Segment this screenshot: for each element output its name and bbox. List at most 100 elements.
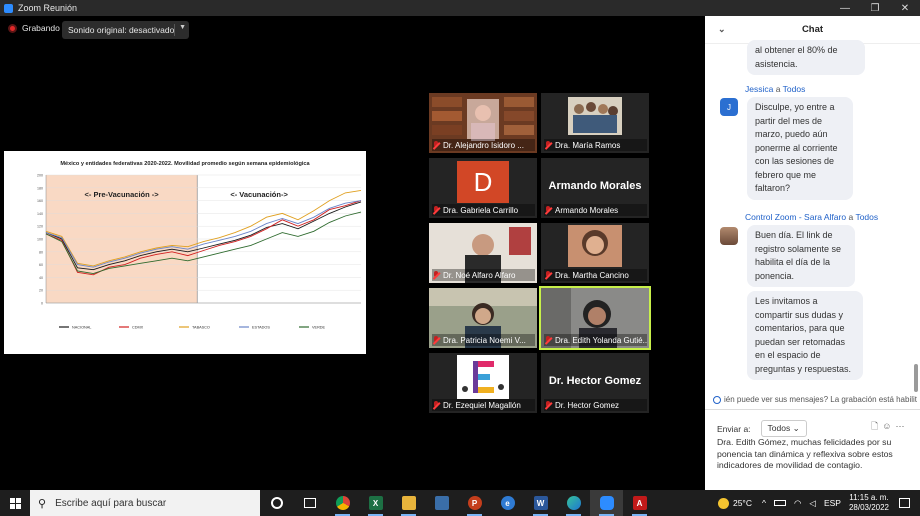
close-button[interactable]: ✕ — [890, 0, 920, 16]
participant-name: Dra. Gabriela Carrillo — [432, 204, 535, 216]
minimize-button[interactable]: — — [830, 0, 860, 16]
participant-name: Dr. Ezequiel Magallón — [432, 399, 535, 411]
taskbar-search[interactable]: ⚲ Escribe aquí para buscar — [30, 490, 260, 516]
participant-name: Dra. Patricia Noemi V... — [432, 334, 535, 346]
participant-tile[interactable]: Dra. Patricia Noemi V... — [429, 288, 537, 348]
window-title-bar: Zoom Reunión — ❐ ✕ — [0, 0, 920, 16]
y-tick-label: 60 — [39, 263, 43, 267]
search-icon: ⚲ — [38, 497, 47, 510]
participant-tile[interactable]: Dr. Hector Gomez Dr. Hector Gomez — [541, 353, 649, 413]
participant-name: Dra. Edith Yolanda Gutié... — [544, 334, 647, 346]
chat-message: Disculpe, yo entre a partir del mes de m… — [747, 97, 853, 200]
word-icon[interactable]: W — [524, 490, 557, 516]
edge-icon[interactable] — [557, 490, 590, 516]
muted-mic-icon — [544, 270, 552, 280]
legend-label: CDMX — [132, 326, 144, 330]
recording-label: Grabando — [22, 23, 60, 33]
chat-message: al obtener el 80% de asistencia. — [747, 40, 865, 75]
legend-label: ESTADOS — [252, 326, 270, 330]
participant-tile[interactable]: Dr. Noé Alfaro Alfaro — [429, 223, 537, 283]
clock-time: 11:15 a. m. — [849, 493, 889, 502]
excel-icon[interactable]: X — [359, 490, 392, 516]
edge-legacy-icon[interactable]: e — [491, 490, 524, 516]
participant-tile[interactable]: D Dra. Gabriela Carrillo — [429, 158, 537, 218]
muted-mic-icon — [544, 205, 552, 215]
acrobat-icon[interactable]: A — [623, 490, 656, 516]
chat-panel: ⌄ Chat al obtener el 80% de asistencia. … — [705, 16, 920, 490]
participant-tile[interactable]: Dra. Martha Cancino — [541, 223, 649, 283]
volume-icon[interactable]: ◁ — [809, 498, 816, 509]
original-sound-button[interactable]: Sonido original: desactivado ▼ — [62, 21, 189, 39]
notification-icon[interactable] — [899, 498, 910, 508]
y-tick-label: 200 — [37, 174, 43, 178]
active-speaker-tile[interactable]: Dra. Edith Yolanda Gutié... — [539, 286, 651, 350]
user-avatar — [720, 227, 738, 245]
y-tick-label: 140 — [37, 212, 43, 216]
user-avatar: J — [720, 98, 738, 116]
powerpoint-icon[interactable]: P — [458, 490, 491, 516]
recording-notice[interactable]: ién puede ver sus mensajes? La grabación… — [713, 395, 917, 404]
task-view-icon[interactable] — [293, 490, 326, 516]
chat-title: Chat — [801, 24, 824, 35]
muted-mic-icon — [432, 270, 440, 280]
recording-indicator[interactable]: Grabando — [8, 23, 60, 33]
chevron-down-icon[interactable]: ⌄ — [718, 24, 726, 35]
y-tick-label: 120 — [37, 225, 43, 229]
muted-mic-icon — [432, 140, 440, 150]
battery-icon[interactable] — [773, 500, 786, 506]
start-button[interactable] — [0, 490, 30, 516]
wifi-icon[interactable]: ◠ — [794, 498, 801, 509]
region-label: <- Vacunación-> — [230, 190, 288, 199]
initial-avatar: D — [457, 161, 509, 203]
y-tick-label: 100 — [37, 238, 43, 242]
to-word: a — [848, 212, 854, 222]
region-label: <- Pre-Vacunación -> — [84, 190, 159, 199]
original-sound-label: Sonido original: desactivado — [68, 25, 175, 35]
chrome-icon[interactable] — [326, 490, 359, 516]
chevron-up-icon[interactable]: ^ — [762, 498, 766, 508]
chevron-down-icon[interactable]: ▼ — [179, 24, 186, 31]
more-icon[interactable]: ⋯ — [895, 421, 908, 431]
weather-temp[interactable]: 25°C — [733, 498, 752, 508]
participant-display-name: Armando Morales — [548, 180, 642, 192]
chat-input[interactable]: Dra. Edith Gómez, muchas felicidades por… — [717, 437, 912, 472]
zoom-icon[interactable] — [590, 490, 623, 516]
chat-sender-line: Jessica a Todos — [745, 84, 805, 94]
participant-name: Dr. Noé Alfaro Alfaro — [432, 269, 535, 281]
chat-tools: 🗋☺⋯ — [871, 419, 908, 435]
send-to-label: Enviar a: — [717, 423, 751, 434]
weather-icon[interactable] — [717, 497, 729, 509]
taskbar: ⚲ Escribe aquí para buscar X P e W A 25°… — [0, 490, 920, 516]
store-icon[interactable] — [425, 490, 458, 516]
system-tray: 25°C ^ ◠ ◁ ESP 11:15 a. m. 28/03/2022 — [717, 490, 920, 516]
participant-tile[interactable]: Dr. Ezequiel Magallón — [429, 353, 537, 413]
legend-label: NACIONAL — [72, 326, 91, 330]
muted-mic-icon — [544, 140, 552, 150]
recipient-name: Todos — [782, 84, 806, 94]
legend-label: TABASCO — [192, 326, 210, 330]
y-tick-label: 40 — [39, 276, 43, 280]
muted-mic-icon — [432, 335, 440, 345]
clock[interactable]: 11:15 a. m. 28/03/2022 — [849, 493, 889, 513]
windows-icon — [9, 497, 21, 509]
legend-label: VERDE — [312, 326, 326, 330]
cortana-icon[interactable] — [260, 490, 293, 516]
participant-name: Dra. Martha Cancino — [544, 269, 647, 281]
y-tick-label: 180 — [37, 186, 43, 190]
muted-mic-icon — [544, 400, 552, 410]
chat-scrollbar[interactable] — [914, 364, 918, 392]
participant-tile[interactable]: Armando Morales Armando Morales — [541, 158, 649, 218]
file-explorer-icon[interactable] — [392, 490, 425, 516]
participant-tile[interactable]: Dr. Alejandro Isidoro ... — [429, 93, 537, 153]
muted-mic-icon — [432, 400, 440, 410]
restore-button[interactable]: ❐ — [860, 0, 890, 16]
file-icon[interactable]: 🗋 — [871, 421, 882, 431]
language-indicator[interactable]: ESP — [824, 498, 841, 508]
chat-message: Buen día. El link de registro solamente … — [747, 225, 855, 287]
participant-tile[interactable]: Dra. María Ramos — [541, 93, 649, 153]
emoji-icon[interactable]: ☺ — [882, 421, 895, 431]
chat-message: Les invitamos a compartir sus dudas y co… — [747, 291, 863, 380]
sender-name: Control Zoom - Sara Alfaro — [745, 212, 847, 222]
y-tick-label: 0 — [41, 302, 43, 306]
send-to-dropdown[interactable]: Todos ⌄ — [760, 420, 807, 437]
